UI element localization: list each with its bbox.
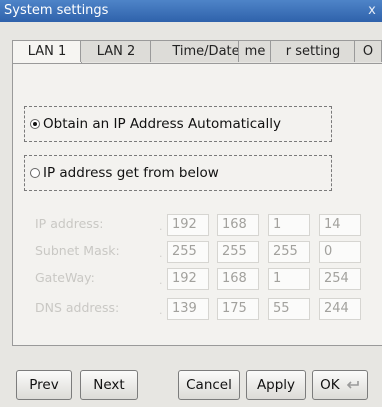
option-auto-ip-label: Obtain an IP Address Automatically xyxy=(43,116,281,132)
dns-octet-3[interactable]: 55 xyxy=(268,298,310,320)
gateway-label: GateWay: xyxy=(35,270,95,285)
option-auto-ip[interactable]: Obtain an IP Address Automatically xyxy=(24,106,332,142)
tab-o[interactable]: O xyxy=(354,40,382,62)
ip-octet-1[interactable]: 192 xyxy=(167,214,209,236)
octet-dot: . xyxy=(159,220,163,233)
option-manual-ip-label: IP address get from below xyxy=(43,165,219,181)
gateway-octet-3[interactable]: 1 xyxy=(268,268,310,290)
cancel-button[interactable]: Cancel xyxy=(178,370,240,400)
enter-icon xyxy=(346,381,359,389)
subnet-octet-3[interactable]: 255 xyxy=(268,241,310,263)
next-button[interactable]: Next xyxy=(80,370,138,400)
ip-octet-4[interactable]: 14 xyxy=(319,214,361,236)
radio-manual-ip[interactable] xyxy=(30,168,40,178)
ip-octet-3[interactable]: 1 xyxy=(268,214,310,236)
dns-address-label: DNS address: xyxy=(35,300,120,315)
tab-lan2[interactable]: LAN 2 xyxy=(80,40,152,62)
ok-button-label: OK xyxy=(320,377,340,393)
subnet-octet-2[interactable]: 255 xyxy=(217,241,259,263)
octet-dot: . xyxy=(159,274,163,287)
gateway-octet-4[interactable]: 254 xyxy=(319,268,361,290)
tab-lan1[interactable]: LAN 1 xyxy=(12,40,82,65)
settings-window: LAN 1 LAN 2 Time/Date me r setting O Obt… xyxy=(0,22,382,407)
option-manual-ip[interactable]: IP address get from below xyxy=(24,155,332,191)
gateway-octet-1[interactable]: 192 xyxy=(167,268,209,290)
close-icon[interactable]: x xyxy=(364,0,380,22)
dns-octet-4[interactable]: 244 xyxy=(319,298,361,320)
title-bar: System settings x xyxy=(0,0,382,22)
subnet-octet-4[interactable]: 0 xyxy=(319,241,361,263)
octet-dot: . xyxy=(159,304,163,317)
octet-dot: . xyxy=(159,247,163,260)
subnet-mask-label: Subnet Mask: xyxy=(35,243,120,258)
radio-auto-ip[interactable] xyxy=(30,119,40,129)
ip-octet-2[interactable]: 168 xyxy=(217,214,259,236)
button-bar: Prev Next Cancel Apply OK xyxy=(0,370,382,406)
dns-octet-2[interactable]: 175 xyxy=(217,298,259,320)
prev-button[interactable]: Prev xyxy=(16,370,72,400)
gateway-octet-2[interactable]: 168 xyxy=(217,268,259,290)
tab-r-setting[interactable]: r setting xyxy=(270,40,356,62)
ip-address-label: IP address: xyxy=(35,216,104,231)
dns-octet-1[interactable]: 139 xyxy=(167,298,209,320)
subnet-octet-1[interactable]: 255 xyxy=(167,241,209,263)
ok-button[interactable]: OK xyxy=(312,370,368,400)
tab-me[interactable]: me xyxy=(238,40,272,62)
tab-bar: LAN 1 LAN 2 Time/Date me r setting O xyxy=(12,40,382,65)
window-title: System settings xyxy=(4,3,109,18)
apply-button[interactable]: Apply xyxy=(246,370,306,400)
